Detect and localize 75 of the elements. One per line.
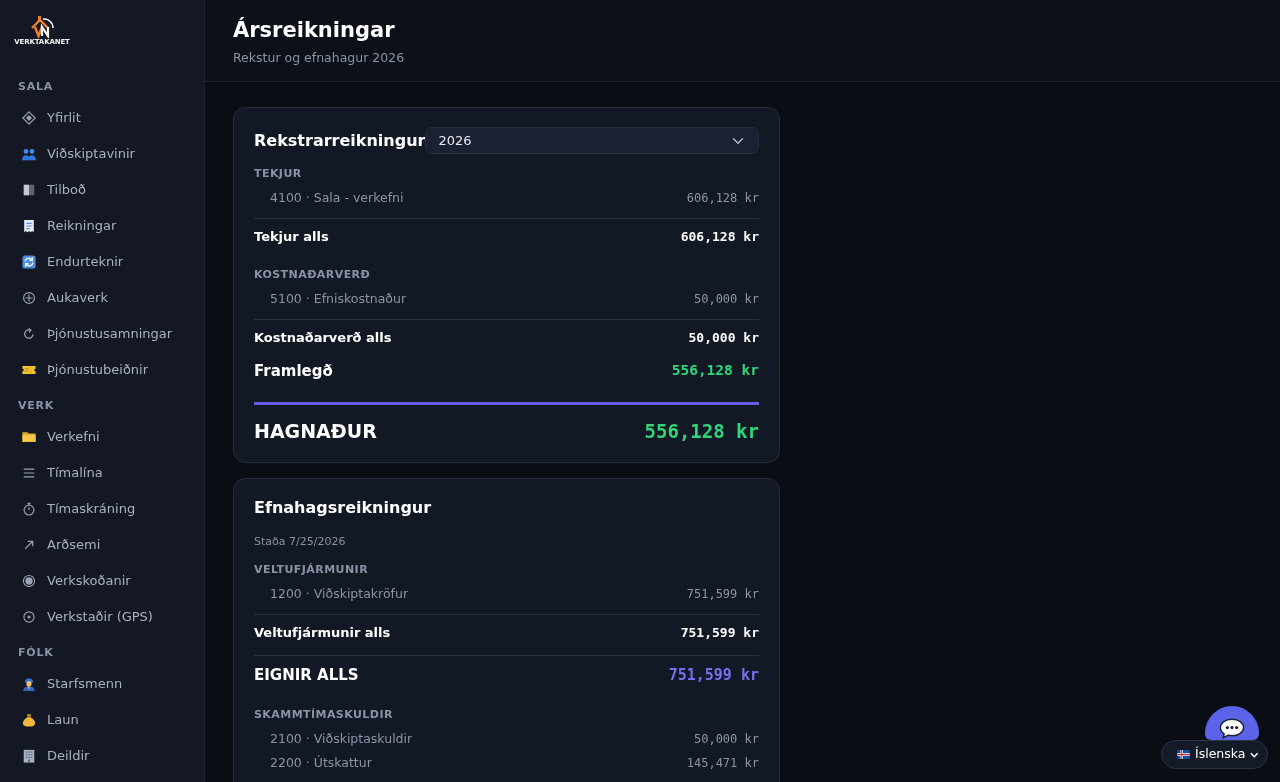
sidebar-item[interactable]: Tímaskráning — [18, 491, 194, 527]
account-amount: 751,599 kr — [686, 586, 759, 603]
subtotal-label: Tekjur alls — [254, 228, 329, 247]
margin-amount: 556,128 kr — [671, 361, 759, 381]
margin-label: Framlegð — [254, 360, 333, 382]
sidebar-item[interactable]: Endurteknir — [18, 244, 194, 280]
diamond-icon — [22, 111, 36, 125]
account-name: 2100 · Viðskiptaskuldir — [270, 730, 413, 748]
account-amount: 145,471 kr — [686, 755, 759, 772]
sidebar-section-title: VERK — [18, 399, 56, 413]
target-icon — [22, 610, 36, 624]
account-name: 1200 · Viðskiptakröfur — [270, 585, 409, 603]
caret-icon — [1250, 751, 1259, 758]
sidebar-item[interactable]: Verkskoðanir — [18, 563, 194, 599]
sidebar-item[interactable]: Þjónustusamningar — [18, 316, 194, 352]
worker-icon — [22, 677, 36, 691]
language-select[interactable]: Íslenska — [1161, 740, 1268, 769]
page-subtitle: Rekstur og efnahagur 2026 — [233, 49, 406, 67]
account-name: 4100 · Sala - verkefni — [270, 189, 404, 207]
group-heading: KOSTNAÐARVERÐ — [254, 268, 372, 282]
card-title: Efnahagsreikningur — [254, 498, 433, 518]
account-amount: 606,128 kr — [686, 190, 759, 207]
sidebar-item[interactable]: Laun — [18, 702, 194, 738]
account-name: 5100 · Efniskostnaður — [270, 290, 407, 308]
account-amount: 50,000 kr — [693, 731, 759, 748]
circle-plus-icon — [22, 291, 36, 305]
profit-label: HAGNAÐUR — [254, 419, 377, 443]
year-select[interactable]: 2026 — [425, 127, 759, 154]
building-icon — [22, 749, 36, 763]
sidebar-item[interactable]: Tímalína — [18, 455, 194, 491]
ticket-icon — [22, 363, 36, 377]
sidebar-item[interactable]: Deildir — [18, 738, 194, 774]
group-heading: VELTUFJÁRMUNIR — [254, 563, 370, 577]
stopwatch-icon — [22, 502, 36, 516]
grand-total-amount: 751,599 kr — [668, 665, 759, 687]
account-name: 2200 · Útskattur — [270, 754, 372, 772]
grand-total-label: EIGNIR ALLS — [254, 665, 359, 687]
sidebar-item[interactable]: Starfsmenn — [18, 666, 194, 702]
sidebar-section-title: SALA — [18, 80, 55, 94]
money-bag-icon — [22, 713, 36, 727]
people-icon — [22, 147, 36, 161]
refresh-icon — [22, 327, 36, 341]
profit-amount: 556,128 kr — [644, 419, 759, 443]
sidebar-item[interactable]: Þjónustubeiðnir — [18, 352, 194, 388]
subtotal-amount: 50,000 kr — [688, 329, 759, 348]
flag-icon — [1177, 750, 1190, 759]
chat-bubble-icon — [1219, 718, 1245, 739]
receipt-icon — [22, 219, 36, 233]
account-amount: 50,000 kr — [693, 291, 759, 308]
radio-icon — [22, 574, 36, 588]
chat-button[interactable] — [1205, 706, 1259, 740]
sidebar-item[interactable]: Viðskiptavinir — [18, 136, 194, 172]
half-square-icon — [22, 183, 36, 197]
arrow-icon — [22, 538, 36, 552]
sidebar-item[interactable]: Verkefni — [18, 419, 194, 455]
sidebar-item[interactable]: Arðsemi — [18, 527, 194, 563]
subtotal-amount: 751,599 kr — [680, 624, 759, 643]
sidebar-item[interactable]: Aukaverk — [18, 280, 194, 316]
page-title: Ársreikningar — [233, 17, 396, 43]
sidebar-item[interactable]: Tilboð — [18, 172, 194, 208]
group-heading: SKAMMTÍMASKULDIR — [254, 708, 394, 722]
sidebar-section-title: FÓLK — [18, 646, 55, 660]
group-heading: TEKJUR — [254, 167, 303, 181]
sidebar-item[interactable]: Reikningar — [18, 208, 194, 244]
sidebar-item[interactable]: Verkstaðir (GPS) — [18, 599, 194, 635]
subtotal-label: Veltufjármunir alls — [254, 624, 391, 643]
list-icon — [22, 466, 36, 480]
card-title: Rekstrarreikningur — [254, 130, 426, 151]
subtotal-label: Kostnaðarverð alls — [254, 329, 392, 348]
folder-icon — [22, 430, 36, 444]
balance-date: Staða 7/25/2026 — [254, 534, 347, 550]
repeat-icon — [22, 255, 36, 269]
subtotal-amount: 606,128 kr — [680, 228, 759, 247]
sidebar-item[interactable]: Yfirlit — [18, 100, 194, 136]
logo-mark — [29, 15, 55, 38]
